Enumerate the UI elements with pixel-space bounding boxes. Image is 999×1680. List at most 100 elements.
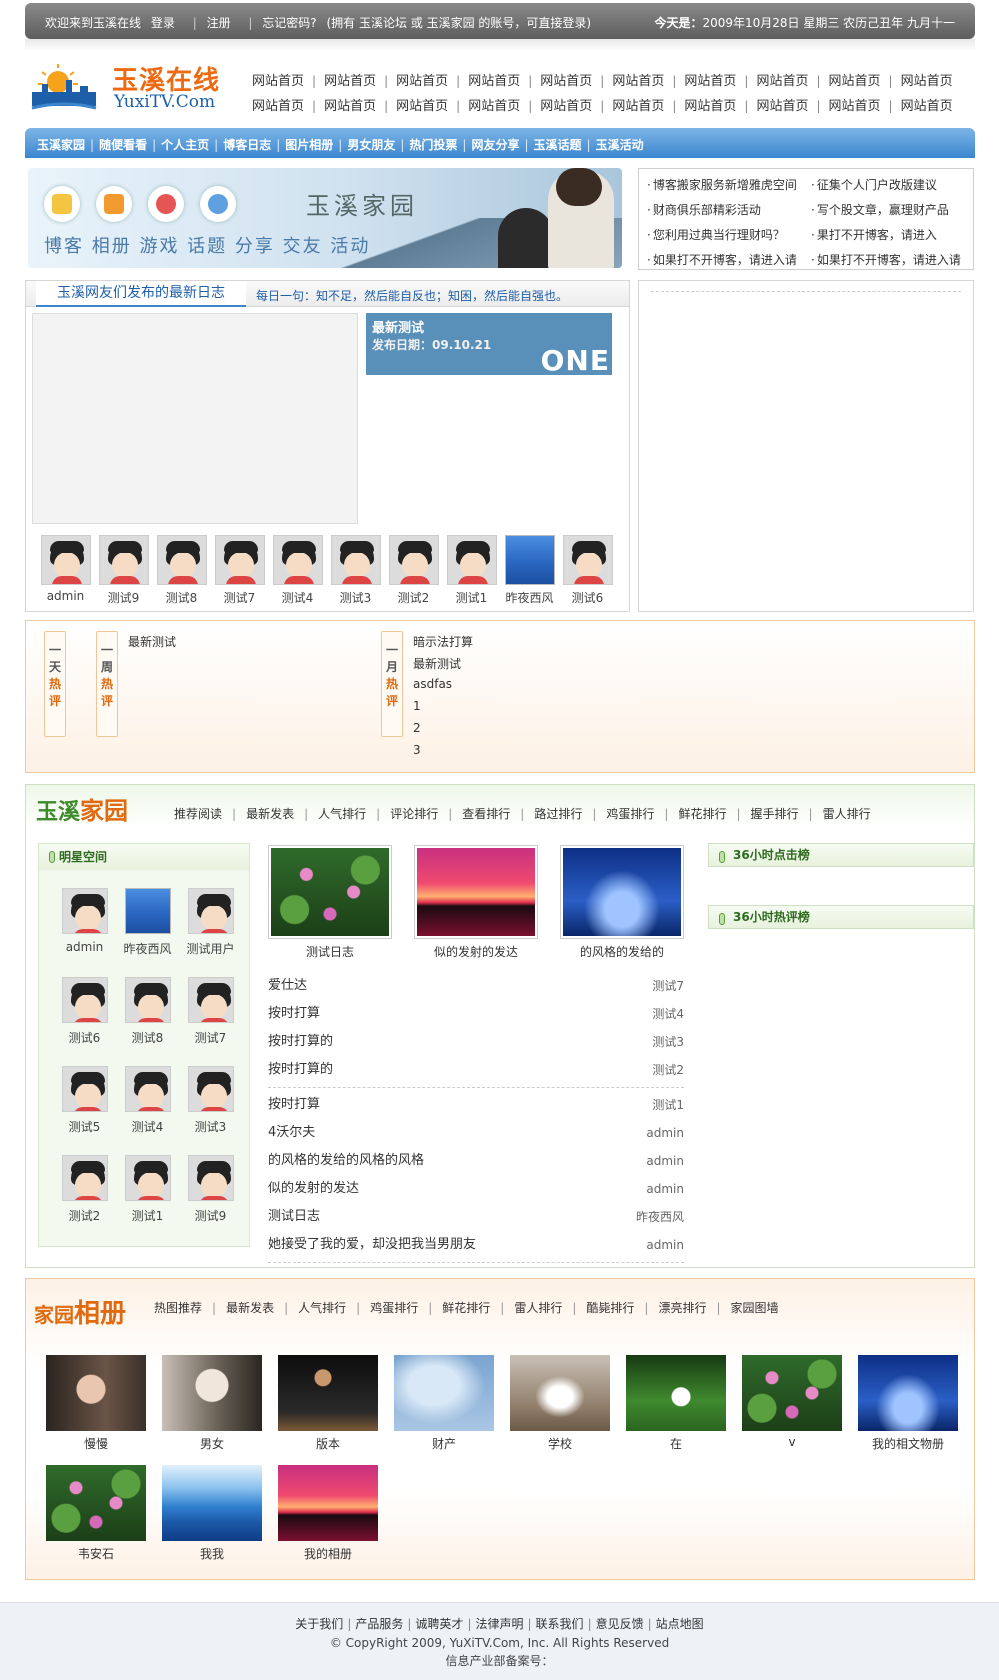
home-tab[interactable]: 评论排行 [390,807,438,821]
home-tab[interactable]: 推荐阅读 [174,807,222,821]
rank-36h-clicks[interactable]: 36小时点击榜 [708,843,974,867]
nav-item[interactable]: 玉溪活动 [596,138,644,152]
star-user[interactable]: 测试8 [116,977,179,1066]
hot-item[interactable]: 暗示法打算 [413,633,473,655]
top-link[interactable]: 网站首页 [468,99,520,114]
day-hot-tag[interactable]: 一天热评 [44,631,66,737]
top-link[interactable]: 网站首页 [612,74,664,89]
avatar[interactable] [446,535,497,585]
top-link[interactable]: 网站首页 [829,99,881,114]
avatar[interactable] [61,1155,108,1201]
notice-item[interactable]: 如果打不开博客，请进入请 [811,248,961,273]
home-tab[interactable]: 查看排行 [462,807,510,821]
hot-item[interactable]: 最新测试 [128,633,176,655]
star-user-name[interactable]: 测试7 [179,1029,242,1046]
top-link[interactable]: 网站首页 [612,99,664,114]
user-card[interactable]: 测试8 [154,535,209,606]
article-title[interactable]: 测试日志 [268,1209,320,1224]
avatar[interactable] [124,977,171,1023]
article-author[interactable]: 测试2 [652,1057,684,1083]
avatar[interactable] [124,1066,171,1112]
album-tab[interactable]: 鸡蛋排行 [370,1301,418,1315]
photo-caption[interactable]: 的风格的发给的 [560,943,684,960]
article-title[interactable]: 按时打算的 [268,1034,333,1049]
top-link[interactable]: 网站首页 [396,74,448,89]
top-link[interactable]: 网站首页 [901,74,953,89]
hot-item[interactable]: 3 [413,743,473,765]
article-author[interactable]: admin [646,1232,684,1258]
nav-item[interactable]: 玉溪话题 [534,138,582,152]
star-user[interactable]: 测试1 [116,1155,179,1244]
star-user-name[interactable]: 测试6 [53,1029,116,1046]
avatar[interactable] [61,1066,108,1112]
notice-item[interactable]: 果打不开博客，请进入 [811,223,961,248]
album-tab[interactable]: 热图推荐 [154,1301,202,1315]
star-user[interactable]: 测试3 [179,1066,242,1155]
album-thumb[interactable] [742,1355,842,1431]
album-thumb[interactable] [46,1355,146,1431]
nav-item[interactable]: 网友分享 [471,138,519,152]
album-caption[interactable]: 我我 [162,1545,262,1562]
avatar[interactable] [61,977,108,1023]
footer-link[interactable]: 关于我们 [295,1617,343,1631]
article-row[interactable]: 她接受了我的爱，却没把我当男朋友 admin [268,1232,684,1260]
star-user-name[interactable]: 测试4 [116,1118,179,1135]
star-user-name[interactable]: 昨夜西风 [116,940,179,957]
article-row[interactable]: 测试日志 昨夜西风 [268,1204,684,1232]
avatar[interactable] [187,1155,234,1201]
top-link[interactable]: 网站首页 [756,74,808,89]
star-user-name[interactable]: 测试9 [179,1207,242,1224]
home-tab[interactable]: 最新发表 [246,807,294,821]
article-author[interactable]: admin [646,1148,684,1174]
album-item[interactable]: 在 [626,1355,726,1465]
footer-link[interactable]: 产品服务 [355,1617,403,1631]
avatar[interactable] [187,888,234,934]
notice-item[interactable]: 财商俱乐部精彩活动 [647,198,797,223]
photo-caption[interactable]: 似的发射的发达 [414,943,538,960]
article-title[interactable]: 似的发射的发达 [268,1181,359,1196]
top-link[interactable]: 网站首页 [252,74,304,89]
star-user-name[interactable]: 测试5 [53,1118,116,1135]
album-tab[interactable]: 雷人排行 [514,1301,562,1315]
star-user-name[interactable]: 测试2 [53,1207,116,1224]
nav-item[interactable]: 博客日志 [223,138,271,152]
avatar[interactable] [214,535,265,585]
home-tab[interactable]: 鸡蛋排行 [606,807,654,821]
home-tab[interactable]: 雷人排行 [823,807,871,821]
article-row[interactable]: 4沃尔夫 admin [268,1120,684,1148]
article-row[interactable]: 似的发射的发达 admin [268,1176,684,1204]
avatar[interactable] [330,535,381,585]
user-name[interactable]: 测试1 [444,589,499,606]
top-link[interactable]: 网站首页 [756,99,808,114]
notice-item[interactable]: 您利用过典当行理财吗？ [647,223,797,248]
user-name[interactable]: 测试8 [154,589,209,606]
top-link[interactable]: 网站首页 [252,99,304,114]
top-link[interactable]: 网站首页 [396,99,448,114]
star-user-name[interactable]: 测试3 [179,1118,242,1135]
album-thumb[interactable] [858,1355,958,1431]
article-row[interactable]: 按时打算的 测试2 [268,1057,684,1085]
featured-blog-card[interactable]: 最新测试 发布日期：09.10.21 ONE [366,313,612,377]
article-title[interactable]: 的风格的发给的风格的风格 [268,1153,424,1168]
user-card[interactable]: 测试6 [560,535,615,606]
avatar[interactable] [124,1155,171,1201]
home-banner[interactable]: 玉溪家园 博客 相册 游戏 话题 分享 交友 活动 [28,168,622,268]
article-author[interactable]: 测试7 [652,973,684,999]
album-tab[interactable]: 鲜花排行 [442,1301,490,1315]
album-thumb[interactable] [394,1355,494,1431]
album-caption[interactable]: 学校 [510,1435,610,1452]
star-user-name[interactable]: 测试8 [116,1029,179,1046]
top-link[interactable]: 网站首页 [829,74,881,89]
article-title[interactable]: 爱仕达 [268,978,307,993]
hot-item[interactable]: asdfas [413,677,473,699]
album-item[interactable]: 我的相册 [278,1465,378,1575]
home-tab[interactable]: 鲜花排行 [678,807,726,821]
rank-36h-comments[interactable]: 36小时热评榜 [708,905,974,929]
user-name[interactable]: 测试6 [560,589,615,606]
star-user[interactable]: 测试2 [53,1155,116,1244]
star-user[interactable]: admin [53,888,116,977]
album-thumb[interactable] [162,1355,262,1431]
user-name[interactable]: 测试7 [212,589,267,606]
week-hot-tag[interactable]: 一周热评 [96,631,118,737]
login-link[interactable]: 登录 [151,16,175,30]
